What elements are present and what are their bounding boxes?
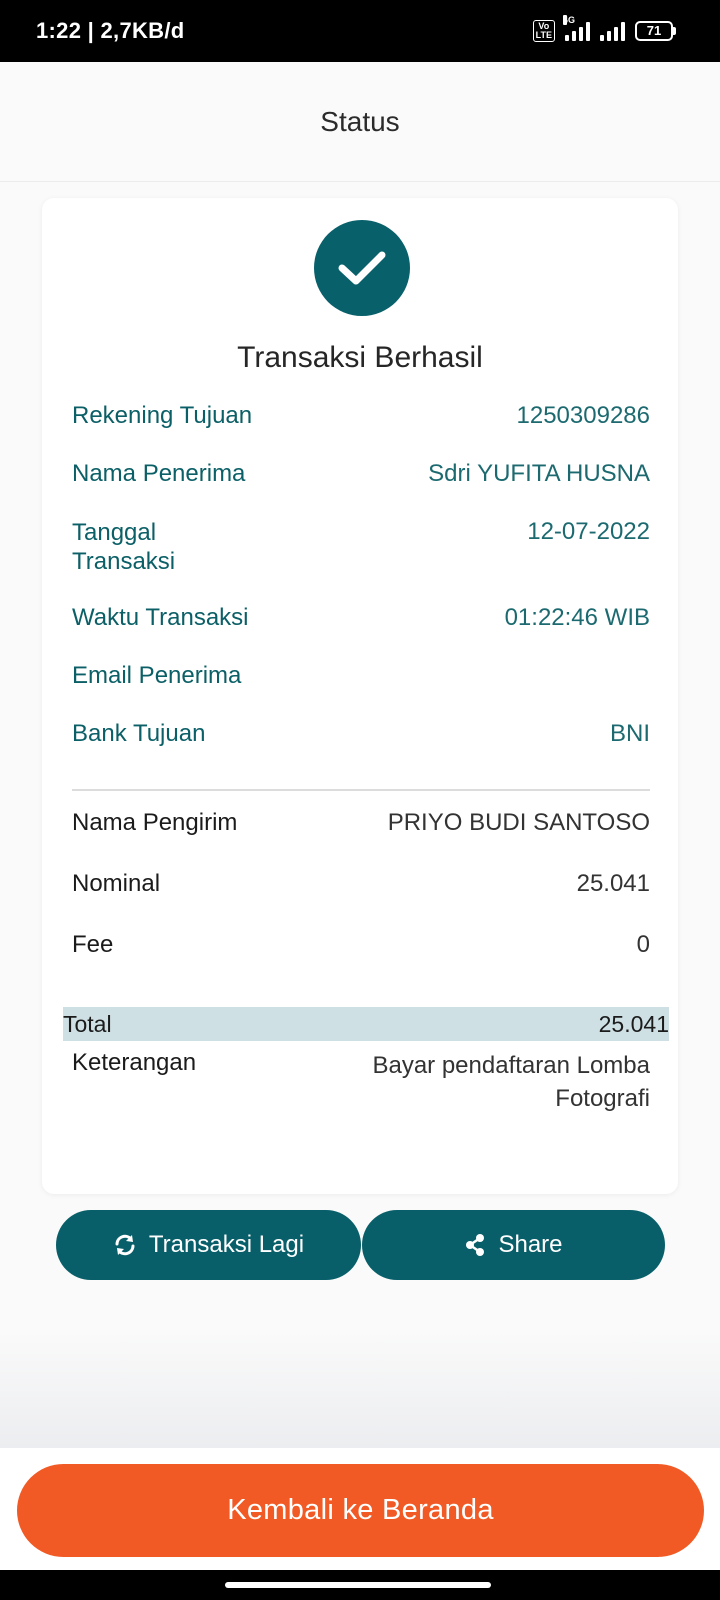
detail-label: Tanggal Transaksi <box>72 519 176 575</box>
detail-label: Email Penerima <box>72 662 242 689</box>
share-label: Share <box>498 1231 563 1258</box>
detail-value: Sdri YUFITA HUSNA <box>428 460 650 487</box>
detail-row-rekening: Rekening Tujuan 1250309286 <box>72 402 650 430</box>
kembali-ke-beranda-button[interactable]: Kembali ke Beranda <box>17 1464 704 1557</box>
detail-row-bank: Bank Tujuan BNI <box>72 720 650 748</box>
total-label: Total <box>63 1010 112 1037</box>
success-check-icon <box>314 220 410 316</box>
summary-row-nominal: Nominal 25.041 <box>72 870 650 898</box>
system-nav-bar <box>0 1570 720 1600</box>
battery-level: 71 <box>635 21 673 41</box>
network-type: 4G <box>563 15 576 25</box>
transaksi-lagi-button[interactable]: Transaksi Lagi <box>56 1210 361 1280</box>
share-button[interactable]: Share <box>362 1210 665 1280</box>
total-row: Total 25.041 <box>63 1007 669 1041</box>
note-row: Keterangan Bayar pendaftaran Lomba Fotog… <box>72 1049 650 1115</box>
app-header: Status <box>0 62 720 182</box>
summary-row-pengirim: Nama Pengirim PRIYO BUDI SANTOSO <box>72 809 650 837</box>
summary-row-fee: Fee 0 <box>72 931 650 959</box>
receipt-card: Transaksi Berhasil Rekening Tujuan 12503… <box>42 198 678 1194</box>
page-title: Status <box>320 105 400 137</box>
detail-row-tanggal: Tanggal Transaksi 12-07-2022 <box>72 518 650 576</box>
summary-value: PRIYO BUDI SANTOSO <box>387 809 650 836</box>
result-title: Transaksi Berhasil <box>237 341 483 374</box>
detail-label: Rekening Tujuan <box>72 402 253 429</box>
status-icons: Vo LTE 4G 71 <box>532 15 676 42</box>
divider <box>72 789 650 791</box>
total-value: 25.041 <box>598 1010 669 1037</box>
summary-value: 25.041 <box>576 870 650 897</box>
bottom-fade <box>0 1330 720 1448</box>
summary-label: Nama Pengirim <box>72 809 238 836</box>
volte-icon: Vo LTE <box>532 20 555 42</box>
summary-value: 0 <box>636 931 650 958</box>
transaksi-lagi-label: Transaksi Lagi <box>148 1231 305 1258</box>
summary-label: Nominal <box>72 870 161 897</box>
signal-4g-icon: 4G <box>563 15 590 41</box>
battery-icon: 71 <box>635 21 676 41</box>
detail-label: Bank Tujuan <box>72 720 206 747</box>
detail-row-nama-penerima: Nama Penerima Sdri YUFITA HUSNA <box>72 460 650 488</box>
detail-value: 1250309286 <box>516 402 650 429</box>
status-bar: 1:22 | 2,7KB/d Vo LTE 4G 71 <box>0 0 720 62</box>
note-value: Bayar pendaftaran Lomba Fotografi <box>372 1052 650 1112</box>
detail-value: 01:22:46 WIB <box>504 604 650 631</box>
refresh-icon <box>115 1234 135 1256</box>
signal-icon <box>600 21 625 41</box>
home-gesture-pill[interactable] <box>225 1582 491 1588</box>
detail-row-email: Email Penerima <box>72 662 650 690</box>
share-icon <box>466 1234 485 1256</box>
status-time: 1:22 | 2,7KB/d <box>36 18 185 43</box>
note-label: Keterangan <box>72 1049 197 1076</box>
detail-label: Waktu Transaksi <box>72 604 249 631</box>
summary-label: Fee <box>72 931 114 958</box>
detail-value: BNI <box>609 720 650 747</box>
detail-label: Nama Penerima <box>72 460 246 487</box>
detail-value: 12-07-2022 <box>527 518 650 545</box>
detail-row-waktu: Waktu Transaksi 01:22:46 WIB <box>72 604 650 632</box>
